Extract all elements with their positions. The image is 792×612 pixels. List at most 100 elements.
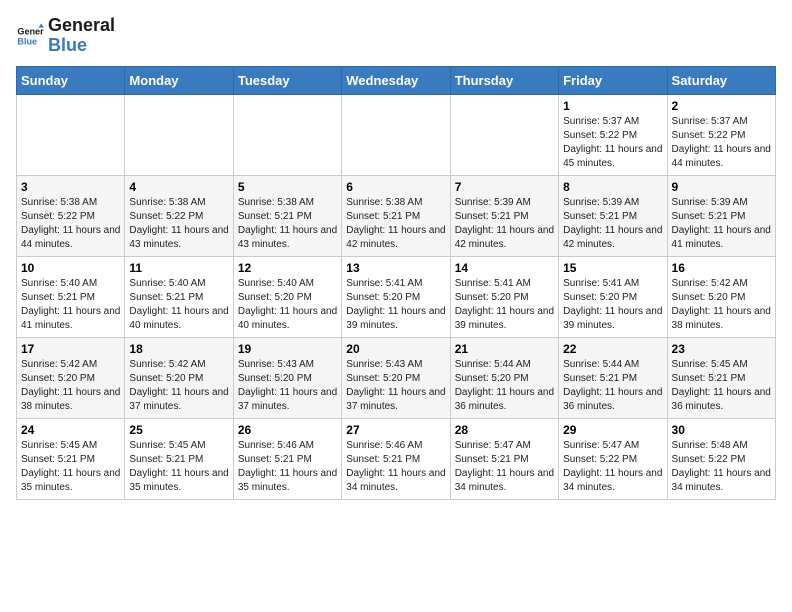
day-info: Sunrise: 5:38 AM Sunset: 5:22 PM Dayligh…: [21, 196, 120, 252]
calendar-cell: 9 Sunrise: 5:39 AM Sunset: 5:21 PM Daylig…: [667, 175, 775, 256]
day-number: 13: [346, 261, 445, 275]
day-info: Sunrise: 5:45 AM Sunset: 5:21 PM Dayligh…: [21, 439, 120, 495]
day-info: Sunrise: 5:38 AM Sunset: 5:22 PM Dayligh…: [129, 196, 228, 252]
week-row-2: 3 Sunrise: 5:38 AM Sunset: 5:22 PM Daylig…: [17, 175, 776, 256]
calendar-cell: [125, 94, 233, 175]
calendar-cell: 4Sunrise: 5:38 AM Sunset: 5:22 PM Daylig…: [125, 175, 233, 256]
calendar-cell: 22 Sunrise: 5:44 AM Sunset: 5:21 PM Dayli…: [559, 337, 667, 418]
day-number: 19: [238, 342, 337, 356]
day-info: Sunrise: 5:47 AM Sunset: 5:21 PM Dayligh…: [455, 439, 554, 495]
calendar-cell: 27 Sunrise: 5:46 AM Sunset: 5:21 PM Dayli…: [342, 418, 450, 499]
day-number: 1: [563, 99, 662, 113]
day-number: 28: [455, 423, 554, 437]
calendar-cell: [17, 94, 125, 175]
day-info: Sunrise: 5:41 AM Sunset: 5:20 PM Dayligh…: [563, 277, 662, 333]
day-number: 16: [672, 261, 771, 275]
day-info: Sunrise: 5:39 AM Sunset: 5:21 PM Dayligh…: [672, 196, 771, 252]
calendar-cell: 13 Sunrise: 5:41 AM Sunset: 5:20 PM Dayli…: [342, 256, 450, 337]
week-row-4: 17 Sunrise: 5:42 AM Sunset: 5:20 PM Dayli…: [17, 337, 776, 418]
calendar-cell: 15 Sunrise: 5:41 AM Sunset: 5:20 PM Dayli…: [559, 256, 667, 337]
day-info: Sunrise: 5:40 AM Sunset: 5:20 PM Dayligh…: [238, 277, 337, 333]
weekday-header-thursday: Thursday: [450, 66, 558, 94]
day-info: Sunrise: 5:47 AM Sunset: 5:22 PM Dayligh…: [563, 439, 662, 495]
calendar-cell: [450, 94, 558, 175]
calendar-cell: 8 Sunrise: 5:39 AM Sunset: 5:21 PM Daylig…: [559, 175, 667, 256]
day-number: 17: [21, 342, 120, 356]
calendar-cell: 12 Sunrise: 5:40 AM Sunset: 5:20 PM Dayli…: [233, 256, 341, 337]
calendar-cell: [342, 94, 450, 175]
logo-text: GeneralBlue: [48, 16, 115, 56]
calendar-cell: 25 Sunrise: 5:45 AM Sunset: 5:21 PM Dayli…: [125, 418, 233, 499]
day-info: Sunrise: 5:40 AM Sunset: 5:21 PM Dayligh…: [21, 277, 120, 333]
day-info: Sunrise: 5:46 AM Sunset: 5:21 PM Dayligh…: [238, 439, 337, 495]
week-row-1: 1 Sunrise: 5:37 AM Sunset: 5:22 PM Daylig…: [17, 94, 776, 175]
calendar-cell: 30Sunrise: 5:48 AM Sunset: 5:22 PM Dayli…: [667, 418, 775, 499]
day-info: Sunrise: 5:41 AM Sunset: 5:20 PM Dayligh…: [455, 277, 554, 333]
day-info: Sunrise: 5:41 AM Sunset: 5:20 PM Dayligh…: [346, 277, 445, 333]
day-info: Sunrise: 5:43 AM Sunset: 5:20 PM Dayligh…: [238, 358, 337, 414]
day-info: Sunrise: 5:46 AM Sunset: 5:21 PM Dayligh…: [346, 439, 445, 495]
day-info: Sunrise: 5:44 AM Sunset: 5:20 PM Dayligh…: [455, 358, 554, 414]
day-number: 11: [129, 261, 228, 275]
day-number: 10: [21, 261, 120, 275]
calendar-cell: 5 Sunrise: 5:38 AM Sunset: 5:21 PM Daylig…: [233, 175, 341, 256]
calendar-cell: 28 Sunrise: 5:47 AM Sunset: 5:21 PM Dayli…: [450, 418, 558, 499]
weekday-header-friday: Friday: [559, 66, 667, 94]
day-number: 6: [346, 180, 445, 194]
day-info: Sunrise: 5:39 AM Sunset: 5:21 PM Dayligh…: [563, 196, 662, 252]
day-number: 7: [455, 180, 554, 194]
day-number: 26: [238, 423, 337, 437]
calendar-cell: 24 Sunrise: 5:45 AM Sunset: 5:21 PM Dayli…: [17, 418, 125, 499]
day-number: 14: [455, 261, 554, 275]
day-number: 21: [455, 342, 554, 356]
day-info: Sunrise: 5:37 AM Sunset: 5:22 PM Dayligh…: [672, 115, 771, 171]
calendar-cell: 20 Sunrise: 5:43 AM Sunset: 5:20 PM Dayli…: [342, 337, 450, 418]
day-number: 24: [21, 423, 120, 437]
logo: General Blue GeneralBlue: [16, 16, 115, 56]
calendar-cell: 14 Sunrise: 5:41 AM Sunset: 5:20 PM Dayli…: [450, 256, 558, 337]
day-number: 15: [563, 261, 662, 275]
logo-icon: General Blue: [16, 22, 44, 50]
day-number: 18: [129, 342, 228, 356]
calendar-cell: 26 Sunrise: 5:46 AM Sunset: 5:21 PM Dayli…: [233, 418, 341, 499]
weekday-header-sunday: Sunday: [17, 66, 125, 94]
day-info: Sunrise: 5:45 AM Sunset: 5:21 PM Dayligh…: [129, 439, 228, 495]
calendar-cell: 2 Sunrise: 5:37 AM Sunset: 5:22 PM Daylig…: [667, 94, 775, 175]
day-info: Sunrise: 5:45 AM Sunset: 5:21 PM Dayligh…: [672, 358, 771, 414]
day-info: Sunrise: 5:42 AM Sunset: 5:20 PM Dayligh…: [672, 277, 771, 333]
weekday-header-monday: Monday: [125, 66, 233, 94]
day-number: 20: [346, 342, 445, 356]
svg-text:Blue: Blue: [17, 36, 37, 46]
calendar-cell: [233, 94, 341, 175]
calendar-cell: 1Sunrise: 5:37 AM Sunset: 5:22 PM Daylig…: [559, 94, 667, 175]
calendar-table: SundayMondayTuesdayWednesdayThursdayFrid…: [16, 66, 776, 500]
day-number: 2: [672, 99, 771, 113]
day-number: 27: [346, 423, 445, 437]
day-number: 22: [563, 342, 662, 356]
day-number: 25: [129, 423, 228, 437]
weekday-header-row: SundayMondayTuesdayWednesdayThursdayFrid…: [17, 66, 776, 94]
calendar-cell: 6Sunrise: 5:38 AM Sunset: 5:21 PM Daylig…: [342, 175, 450, 256]
day-info: Sunrise: 5:44 AM Sunset: 5:21 PM Dayligh…: [563, 358, 662, 414]
day-number: 29: [563, 423, 662, 437]
day-info: Sunrise: 5:40 AM Sunset: 5:21 PM Dayligh…: [129, 277, 228, 333]
calendar-cell: 3 Sunrise: 5:38 AM Sunset: 5:22 PM Daylig…: [17, 175, 125, 256]
day-number: 5: [238, 180, 337, 194]
day-number: 9: [672, 180, 771, 194]
day-info: Sunrise: 5:43 AM Sunset: 5:20 PM Dayligh…: [346, 358, 445, 414]
day-number: 23: [672, 342, 771, 356]
calendar-cell: 21 Sunrise: 5:44 AM Sunset: 5:20 PM Dayli…: [450, 337, 558, 418]
calendar-cell: 23 Sunrise: 5:45 AM Sunset: 5:21 PM Dayli…: [667, 337, 775, 418]
day-number: 30: [672, 423, 771, 437]
svg-text:General: General: [17, 26, 44, 36]
day-info: Sunrise: 5:42 AM Sunset: 5:20 PM Dayligh…: [21, 358, 120, 414]
weekday-header-saturday: Saturday: [667, 66, 775, 94]
day-info: Sunrise: 5:42 AM Sunset: 5:20 PM Dayligh…: [129, 358, 228, 414]
calendar-cell: 10 Sunrise: 5:40 AM Sunset: 5:21 PM Dayli…: [17, 256, 125, 337]
day-number: 3: [21, 180, 120, 194]
day-info: Sunrise: 5:38 AM Sunset: 5:21 PM Dayligh…: [238, 196, 337, 252]
day-number: 8: [563, 180, 662, 194]
calendar-cell: 16 Sunrise: 5:42 AM Sunset: 5:20 PM Dayli…: [667, 256, 775, 337]
day-number: 12: [238, 261, 337, 275]
week-row-5: 24 Sunrise: 5:45 AM Sunset: 5:21 PM Dayli…: [17, 418, 776, 499]
